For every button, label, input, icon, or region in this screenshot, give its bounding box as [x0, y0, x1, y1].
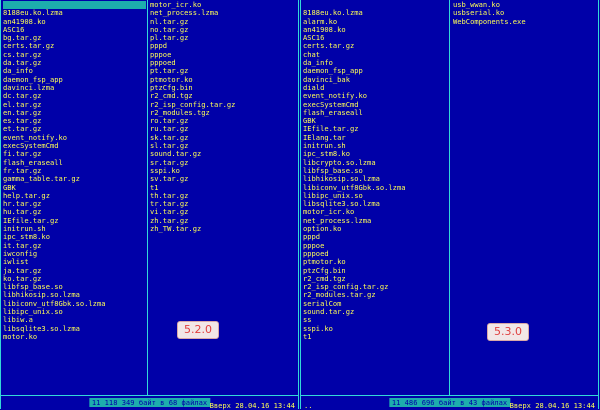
panel-status: 11 486 696 байт в 43 файлах: [388, 398, 511, 407]
version-badge: 5.3.0: [487, 323, 529, 341]
file-entry[interactable]: flash_eraseall: [303, 108, 406, 117]
file-entry[interactable]: WebComponents.exe: [453, 17, 526, 26]
file-entry[interactable]: sound.tar.gz: [303, 307, 406, 316]
file-entry[interactable]: zh_TW.tar.gz: [150, 224, 235, 233]
right-panel-footer: .. 11 486 696 байт в 43 файлах Вверх 28.…: [301, 395, 598, 410]
left-column-divider: [147, 0, 148, 395]
right-panel-column-2: usb_wwan.ko usbserial.ko WebComponents.exe: [453, 0, 526, 26]
right-file-panel: 8188eu.ko.lzma alarm.ko an41908.ko ASC16 cer…: [300, 0, 599, 410]
left-panel-column-2: motor_icr.ko net_process.lzma nl.tar.gz no.…: [150, 0, 235, 233]
version-badge: 5.2.0: [177, 321, 219, 339]
left-panel-column-1: 8188eu.ko.lzma an41908.ko ASC16 bg.tar.gz ce…: [3, 1, 146, 341]
right-column-divider: [449, 0, 450, 395]
file-entry[interactable]: t1: [303, 332, 406, 341]
file-entry[interactable]: sspi.ko: [303, 324, 406, 333]
file-entry[interactable]: motor.ko: [3, 332, 146, 341]
file-entry[interactable]: an41908.ko: [3, 17, 146, 26]
panel-status: 11 118 349 байт в 68 файлах: [88, 398, 211, 407]
left-panel-footer: 11 118 349 байт в 68 файлах Вверх 28.04.…: [1, 395, 298, 410]
left-file-panel: 8188eu.ko.lzma an41908.ko ASC16 bg.tar.gz ce…: [0, 0, 299, 410]
file-entry[interactable]: gamma_table.tar.gz: [3, 174, 146, 183]
file-entry[interactable]: sv.tar.gz: [150, 174, 235, 183]
right-panel-column-1: 8188eu.ko.lzma alarm.ko an41908.ko ASC16 cer…: [303, 1, 406, 341]
